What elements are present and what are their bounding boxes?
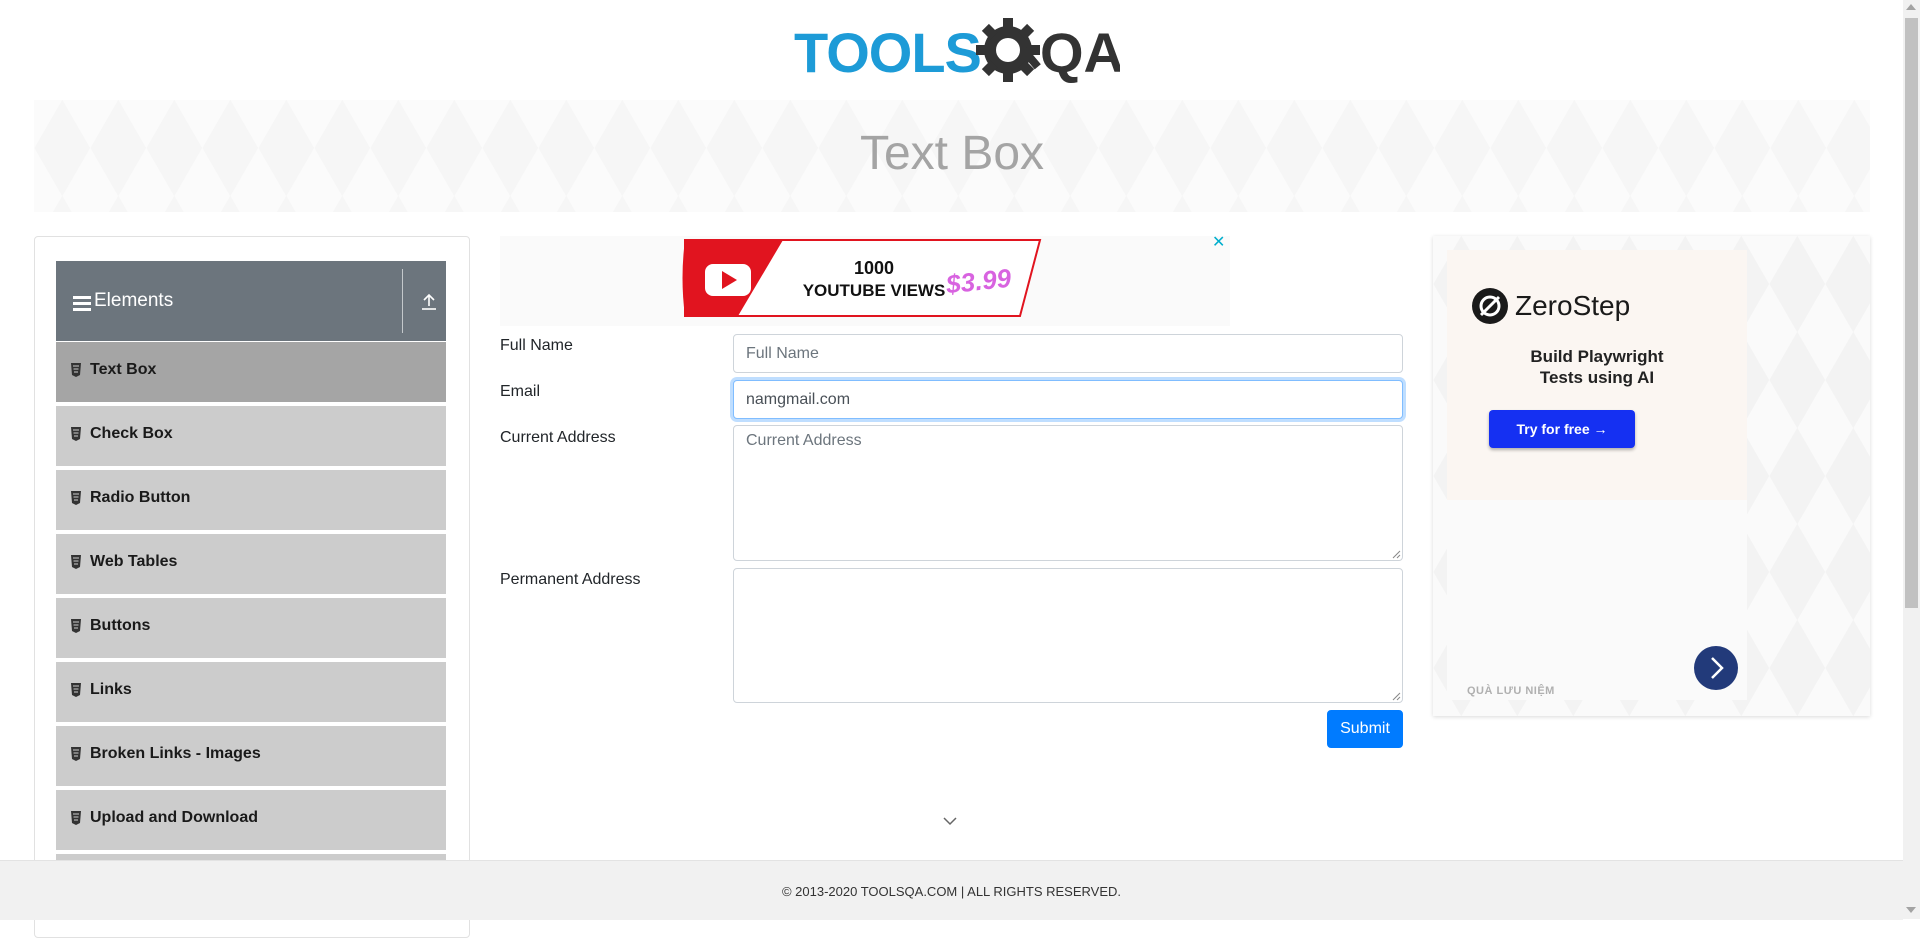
ad-footer-text: QUÀ LƯU NIỆM [1467, 685, 1555, 697]
toolsqa-logo[interactable]: TOOLS QA [790, 12, 1124, 92]
sidebar-item-label: Links [90, 681, 132, 698]
scroll-down-icon[interactable] [1906, 907, 1916, 913]
sidebar-item-broken-links[interactable]: Broken Links - Images [56, 725, 446, 786]
sidebar-item-label: Radio Button [90, 489, 191, 506]
html5-icon [71, 555, 81, 569]
youtube-icon [705, 264, 751, 296]
footer: © 2013-2020 TOOLSQA.COM | ALL RIGHTS RES… [0, 860, 1903, 920]
try-for-free-button[interactable]: Try for free → [1489, 410, 1635, 448]
sidebar-item-label: Buttons [90, 617, 151, 634]
group-header-divider [402, 269, 403, 333]
sidebar-item-buttons[interactable]: Buttons [56, 597, 446, 658]
page-banner: Text Box [34, 100, 1870, 212]
sidebar-item-label: Upload and Download [90, 809, 258, 826]
html5-icon [71, 683, 81, 697]
email-input[interactable] [733, 380, 1403, 419]
email-label: Email [500, 383, 541, 400]
ad-line2: YOUTUBE VIEWS [803, 281, 946, 300]
sidebar-item-text-box[interactable]: Text Box [56, 341, 446, 402]
sidebar-item-radio-button[interactable]: Radio Button [56, 469, 446, 530]
full-name-input[interactable] [733, 334, 1403, 373]
youtube-views-ad[interactable]: 1000 YOUTUBE VIEWS $3.99 [500, 236, 1230, 326]
sidebar-item-upload-download[interactable]: Upload and Download [56, 789, 446, 850]
sidebar-item-check-box[interactable]: Check Box [56, 405, 446, 466]
scroll-up-icon[interactable] [1906, 4, 1916, 10]
chevron-down-icon[interactable] [943, 814, 957, 828]
submit-button[interactable]: Submit [1327, 710, 1403, 748]
html5-icon [71, 747, 81, 761]
ad-inner-panel: ZeroStep Build Playwright Tests using AI… [1447, 250, 1747, 500]
sidebar-item-label: Text Box [90, 361, 157, 378]
hamburger-icon [73, 296, 91, 311]
page-title: Text Box [859, 127, 1045, 180]
scrollbar-thumb[interactable] [1905, 18, 1918, 608]
collapse-up-icon[interactable] [420, 293, 438, 311]
ad-brand: ZeroStep [1515, 290, 1631, 321]
full-name-label: Full Name [500, 337, 573, 354]
ad-tagline-line1: Build Playwright [1530, 347, 1664, 366]
ad-tagline-line2: Tests using AI [1539, 368, 1655, 387]
sidebar-item-web-tables[interactable]: Web Tables [56, 533, 446, 594]
ad-line1: 1000 [854, 258, 894, 278]
html5-icon [71, 619, 81, 633]
chevron-right-icon [1711, 657, 1724, 679]
permanent-address-textarea[interactable] [733, 568, 1403, 703]
gear-icon [976, 18, 1041, 82]
ad-tagline: Build Playwright Tests using AI [1447, 346, 1747, 388]
sidebar-item-label: Broken Links - Images [90, 745, 261, 762]
current-address-textarea[interactable] [733, 425, 1403, 561]
sidebar-item-label: Web Tables [90, 553, 178, 570]
footer-copyright: © 2013-2020 TOOLSQA.COM | ALL RIGHTS RES… [781, 884, 1122, 899]
current-address-label: Current Address [500, 429, 616, 446]
html5-icon [71, 491, 81, 505]
logo-text-right: QA [1040, 21, 1120, 84]
group-header-title: Elements [94, 290, 174, 311]
html5-icon [71, 427, 81, 441]
html5-icon [71, 811, 81, 825]
sidebar-item-links[interactable]: Links [56, 661, 446, 722]
zerostep-logo-icon [1472, 288, 1508, 324]
zerostep-ad[interactable]: ZeroStep Build Playwright Tests using AI… [1433, 236, 1870, 716]
permanent-address-label: Permanent Address [500, 571, 641, 588]
resize-grip-icon[interactable] [1391, 691, 1401, 701]
close-icon[interactable]: ✕ [1212, 235, 1226, 251]
ad-next-button[interactable] [1694, 646, 1738, 690]
logo-text-left: TOOLS [794, 21, 981, 84]
sidebar-item-label: Check Box [90, 425, 173, 442]
html5-icon [71, 363, 81, 377]
resize-grip-icon[interactable] [1391, 549, 1401, 559]
group-header-elements[interactable]: Elements [56, 261, 446, 341]
